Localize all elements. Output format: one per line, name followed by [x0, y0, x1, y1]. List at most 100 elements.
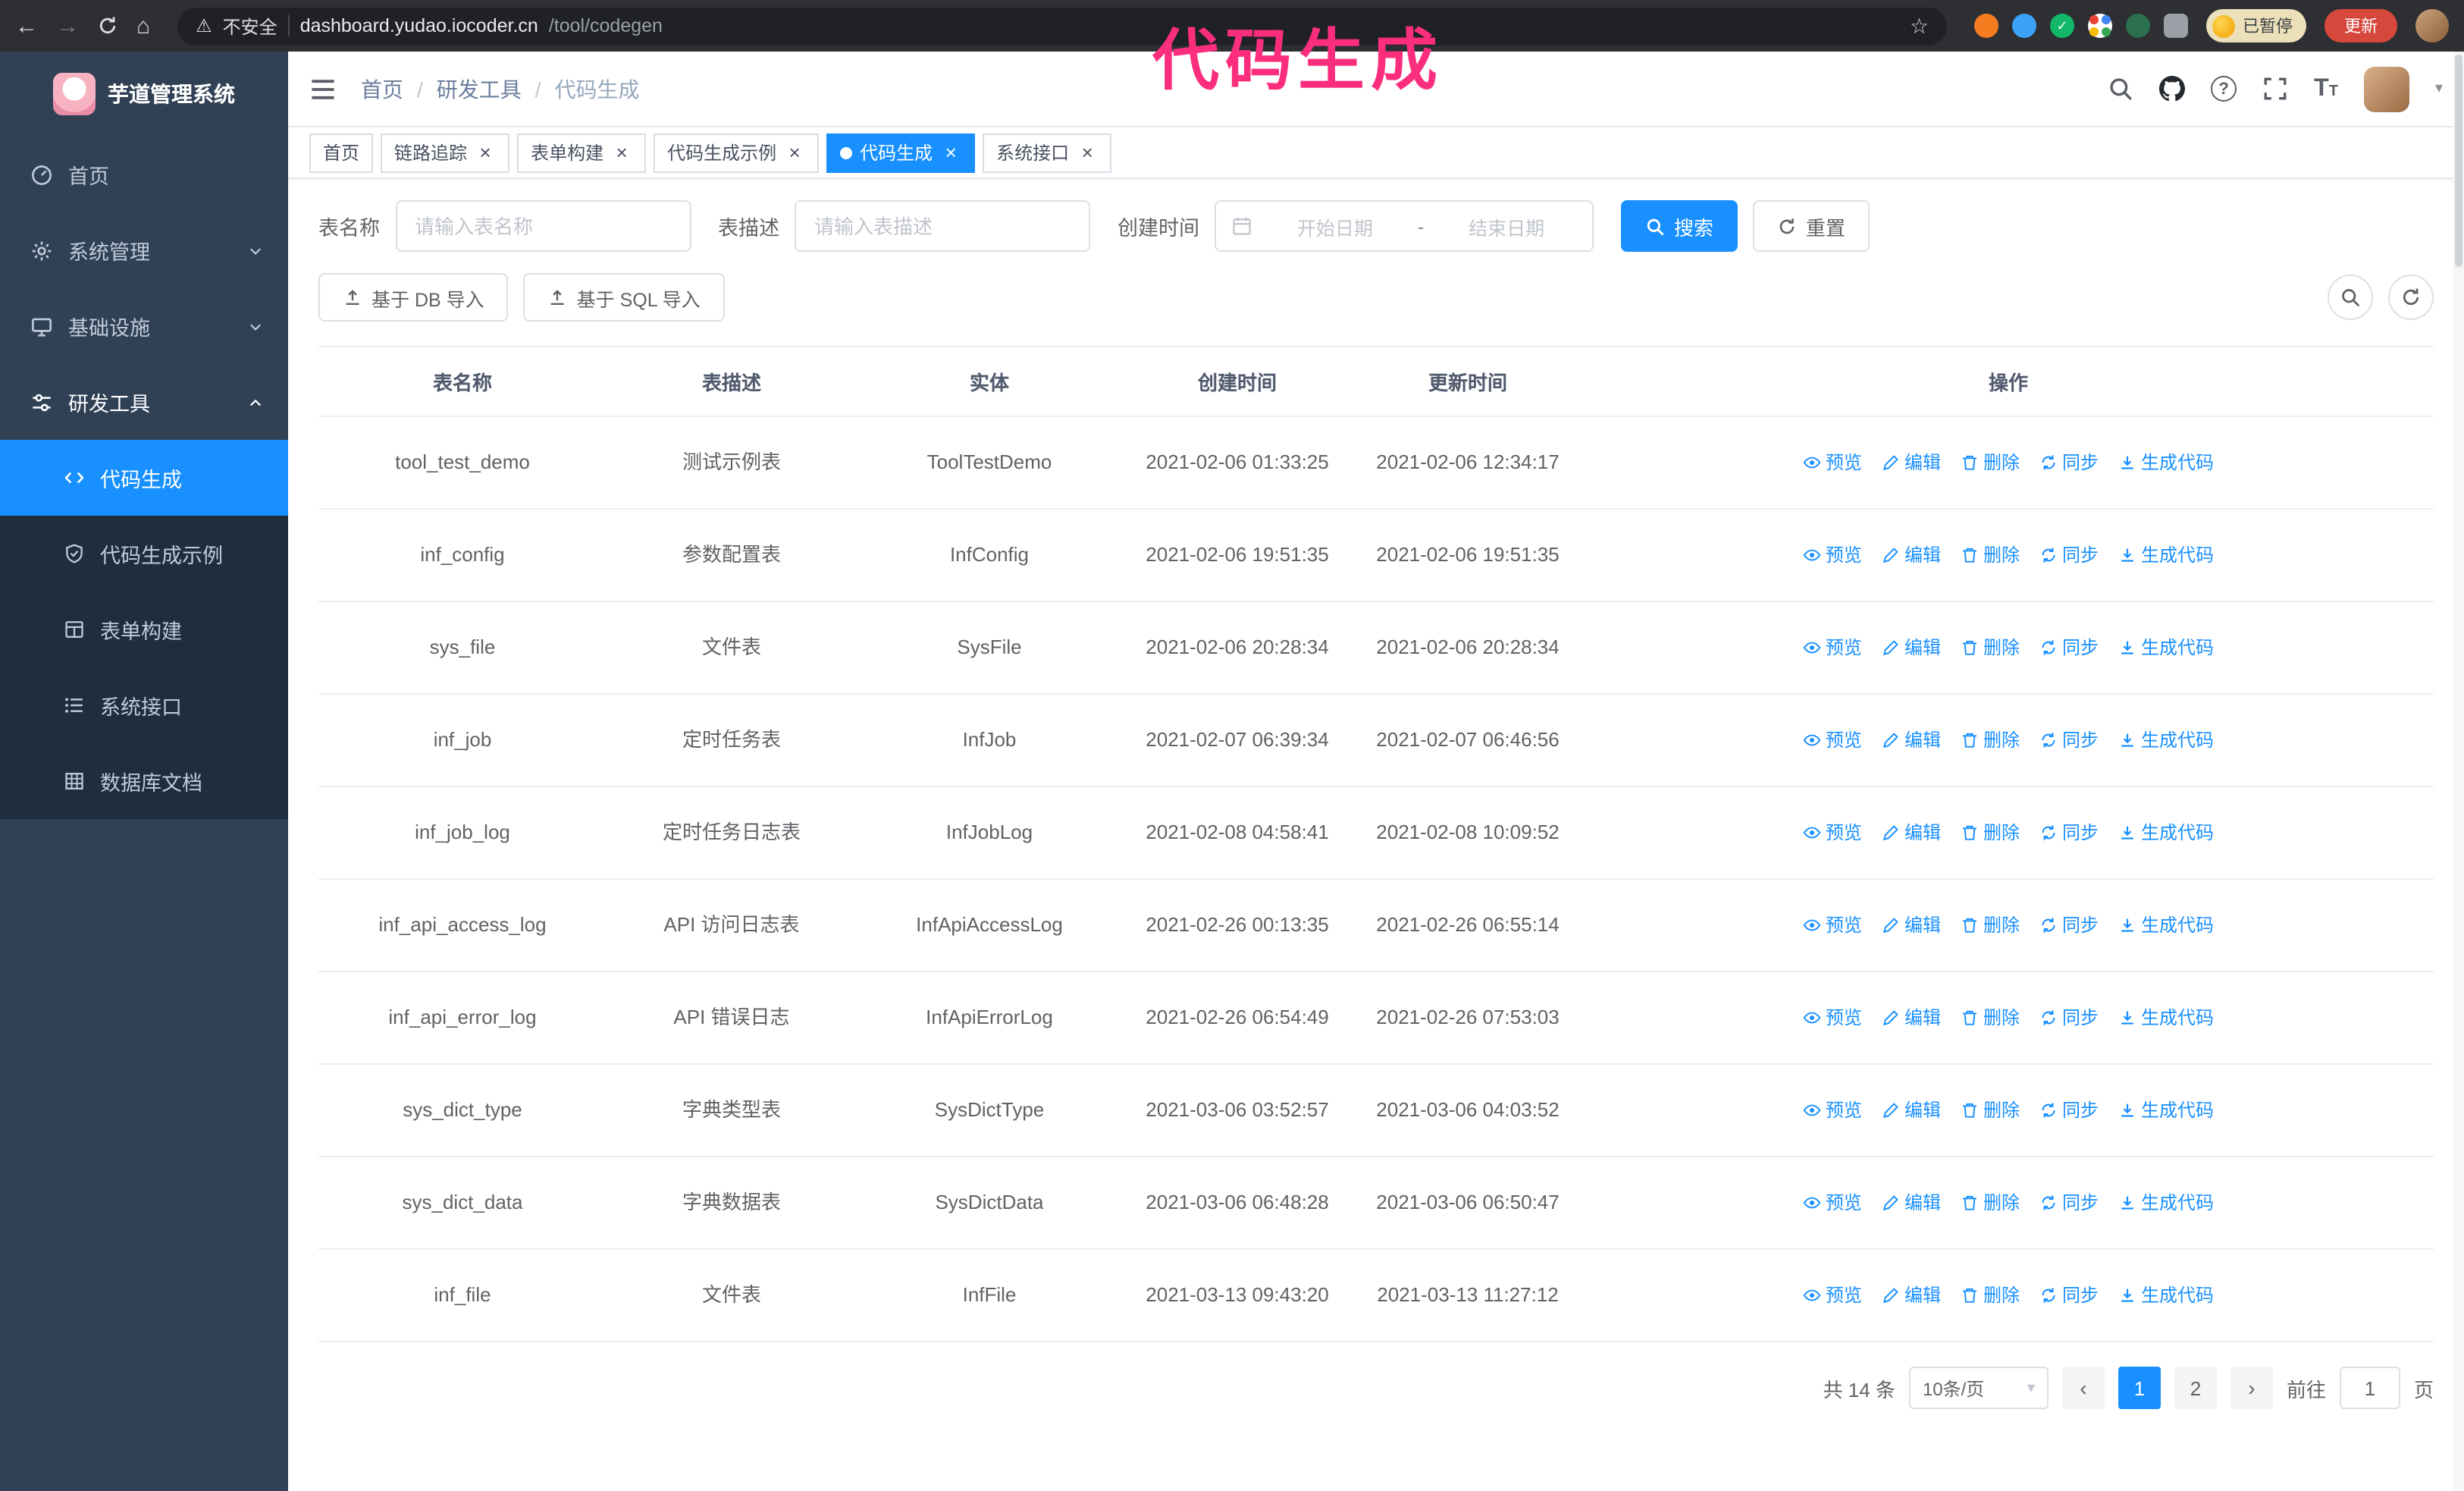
preview-link[interactable]: 预览 — [1803, 447, 1862, 479]
sidebar-subitem-form-builder[interactable]: 表单构建 — [0, 592, 288, 667]
refresh-button[interactable] — [2388, 275, 2434, 320]
breadcrumb-item-devtools[interactable]: 研发工具 — [437, 74, 522, 104]
home-icon[interactable]: ⌂ — [136, 14, 150, 37]
delete-link[interactable]: 删除 — [1961, 632, 2020, 664]
page-button-2[interactable]: 2 — [2174, 1367, 2217, 1409]
preview-link[interactable]: 预览 — [1803, 540, 1862, 571]
tab[interactable]: 表单构建 × — [517, 133, 647, 172]
forward-icon[interactable]: → — [56, 14, 79, 37]
sync-link[interactable]: 同步 — [2039, 1003, 2099, 1034]
extension-icon-5[interactable] — [2126, 14, 2150, 38]
reload-icon[interactable] — [97, 15, 118, 36]
preview-link[interactable]: 预览 — [1803, 1095, 1862, 1126]
import-db-button[interactable]: 基于 DB 导入 — [318, 273, 509, 322]
import-sql-button[interactable]: 基于 SQL 导入 — [523, 273, 725, 322]
preview-link[interactable]: 预览 — [1803, 818, 1862, 849]
sync-link[interactable]: 同步 — [2039, 910, 2099, 941]
close-icon[interactable]: × — [784, 142, 805, 163]
sync-link[interactable]: 同步 — [2039, 1280, 2099, 1311]
generate-link[interactable]: 生成代码 — [2118, 1095, 2214, 1126]
sync-link[interactable]: 同步 — [2039, 447, 2099, 479]
generate-link[interactable]: 生成代码 — [2118, 1003, 2214, 1034]
preview-link[interactable]: 预览 — [1803, 725, 1862, 756]
close-icon[interactable]: × — [611, 142, 632, 163]
tab[interactable]: 代码生成 × — [826, 133, 976, 172]
next-page-button[interactable]: › — [2230, 1367, 2273, 1409]
help-icon[interactable]: ? — [2211, 76, 2237, 102]
sync-link[interactable]: 同步 — [2039, 818, 2099, 849]
sync-link[interactable]: 同步 — [2039, 1188, 2099, 1219]
edit-link[interactable]: 编辑 — [1882, 1188, 1941, 1219]
preview-link[interactable]: 预览 — [1803, 1188, 1862, 1219]
sync-link[interactable]: 同步 — [2039, 540, 2099, 571]
menu-fold-icon[interactable] — [309, 75, 337, 102]
close-icon[interactable]: × — [940, 142, 961, 163]
sync-link[interactable]: 同步 — [2039, 632, 2099, 664]
user-avatar[interactable] — [2363, 66, 2409, 111]
extension-icon-1[interactable] — [1974, 14, 1998, 38]
close-icon[interactable]: × — [1077, 142, 1098, 163]
tab[interactable]: 代码生成示例 × — [654, 133, 820, 172]
sidebar-item-infrastructure[interactable]: 基础设施 — [0, 288, 288, 364]
github-icon[interactable] — [2159, 76, 2186, 102]
edit-link[interactable]: 编辑 — [1882, 1003, 1941, 1034]
tab[interactable]: 系统接口 × — [983, 133, 1112, 172]
table-desc-input[interactable] — [795, 200, 1090, 252]
toggle-search-button[interactable] — [2328, 275, 2373, 320]
delete-link[interactable]: 删除 — [1961, 1188, 2020, 1219]
fullscreen-icon[interactable] — [2262, 76, 2288, 102]
preview-link[interactable]: 预览 — [1803, 1280, 1862, 1311]
tab[interactable]: 首页 — [309, 133, 374, 172]
scrollbar[interactable] — [2453, 52, 2464, 1491]
font-size-icon[interactable]: TT — [2314, 76, 2338, 101]
generate-link[interactable]: 生成代码 — [2118, 910, 2214, 941]
caret-down-icon[interactable]: ▾ — [2435, 80, 2443, 97]
extension-icon-3[interactable]: ✓ — [2050, 14, 2074, 38]
sidebar-item-system[interactable]: 系统管理 — [0, 212, 288, 288]
generate-link[interactable]: 生成代码 — [2118, 725, 2214, 756]
sidebar-subitem-api[interactable]: 系统接口 — [0, 667, 288, 743]
edit-link[interactable]: 编辑 — [1882, 540, 1941, 571]
generate-link[interactable]: 生成代码 — [2118, 447, 2214, 479]
generate-link[interactable]: 生成代码 — [2118, 632, 2214, 664]
edit-link[interactable]: 编辑 — [1882, 1095, 1941, 1126]
sidebar-subitem-codegen[interactable]: 代码生成 — [0, 440, 288, 516]
sync-link[interactable]: 同步 — [2039, 725, 2099, 756]
table-name-input[interactable] — [395, 200, 691, 252]
sidebar-subitem-db-doc[interactable]: 数据库文档 — [0, 743, 288, 819]
preview-link[interactable]: 预览 — [1803, 910, 1862, 941]
page-size-select[interactable]: 10条/页 ▾ — [1908, 1367, 2049, 1409]
search-button[interactable]: 搜索 — [1621, 200, 1738, 252]
delete-link[interactable]: 删除 — [1961, 447, 2020, 479]
preview-link[interactable]: 预览 — [1803, 1003, 1862, 1034]
breadcrumb-item-home[interactable]: 首页 — [361, 74, 403, 104]
tab[interactable]: 链路追踪 × — [381, 133, 510, 172]
generate-link[interactable]: 生成代码 — [2118, 1280, 2214, 1311]
back-icon[interactable]: ← — [15, 14, 38, 37]
delete-link[interactable]: 删除 — [1961, 725, 2020, 756]
page-button-1[interactable]: 1 — [2118, 1367, 2161, 1409]
star-icon[interactable]: ☆ — [1910, 13, 1929, 39]
reset-button[interactable]: 重置 — [1753, 200, 1870, 252]
extension-icon-4[interactable] — [2088, 14, 2112, 38]
sidebar-subitem-codegen-example[interactable]: 代码生成示例 — [0, 516, 288, 592]
edit-link[interactable]: 编辑 — [1882, 818, 1941, 849]
delete-link[interactable]: 删除 — [1961, 910, 2020, 941]
edit-link[interactable]: 编辑 — [1882, 910, 1941, 941]
edit-link[interactable]: 编辑 — [1882, 1280, 1941, 1311]
delete-link[interactable]: 删除 — [1961, 540, 2020, 571]
generate-link[interactable]: 生成代码 — [2118, 1188, 2214, 1219]
extensions-puzzle-icon[interactable] — [2164, 14, 2188, 38]
extension-icon-2[interactable] — [2012, 14, 2036, 38]
generate-link[interactable]: 生成代码 — [2118, 540, 2214, 571]
generate-link[interactable]: 生成代码 — [2118, 818, 2214, 849]
prev-page-button[interactable]: ‹ — [2061, 1367, 2105, 1409]
close-icon[interactable]: × — [475, 142, 496, 163]
browser-profile-avatar[interactable] — [2415, 9, 2449, 42]
goto-page-input[interactable] — [2339, 1367, 2400, 1409]
paused-badge[interactable]: 已暂停 — [2206, 9, 2306, 42]
delete-link[interactable]: 删除 — [1961, 1095, 2020, 1126]
update-button[interactable]: 更新 — [2324, 9, 2397, 42]
sidebar-item-devtools[interactable]: 研发工具 — [0, 364, 288, 440]
preview-link[interactable]: 预览 — [1803, 632, 1862, 664]
